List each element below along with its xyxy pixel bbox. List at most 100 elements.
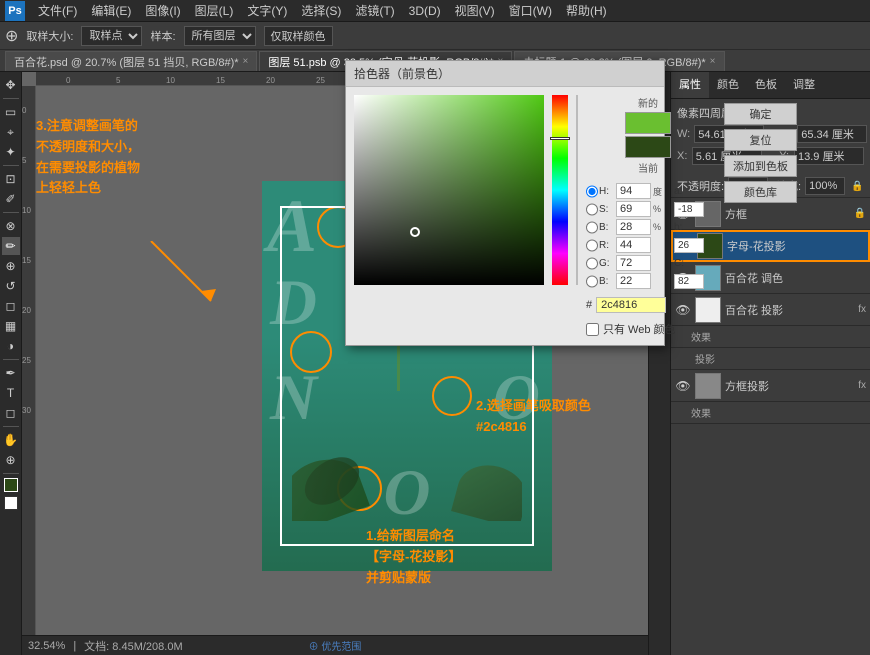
color-picker-body: 新的 当前 H: 度 a: S: bbox=[346, 87, 664, 345]
web-only-checkbox[interactable] bbox=[586, 323, 599, 336]
input-b3[interactable] bbox=[674, 238, 704, 253]
patch-tool[interactable]: ⊗ bbox=[2, 217, 20, 235]
text-tool[interactable]: T bbox=[2, 384, 20, 402]
tool-separator-3 bbox=[3, 212, 19, 213]
tab-0-label: 百合花.psd @ 20.7% (图层 51 挡贝, RGB/8#)* bbox=[14, 54, 239, 70]
status-docinfo: 文档: 8.45M/208.0M bbox=[84, 638, 182, 654]
tool-separator-1 bbox=[3, 98, 19, 99]
shape-tool[interactable]: ◻ bbox=[2, 404, 20, 422]
unit-b: % bbox=[653, 222, 673, 232]
color-new-label: 新的 bbox=[638, 95, 658, 110]
history-brush-tool[interactable]: ↺ bbox=[2, 277, 20, 295]
color-current-swatch[interactable] bbox=[625, 136, 671, 158]
zoom-tool[interactable]: ⊕ bbox=[2, 451, 20, 469]
prop-h-input[interactable] bbox=[797, 125, 867, 143]
tool-size-select[interactable]: 取样点 bbox=[81, 26, 142, 46]
input-c[interactable] bbox=[674, 274, 704, 289]
color-new-swatch[interactable] bbox=[625, 112, 671, 134]
color-hue-cursor bbox=[550, 137, 570, 140]
radio-s[interactable] bbox=[586, 203, 598, 216]
move-tool[interactable]: ✥ bbox=[2, 76, 20, 94]
unit-s: % bbox=[653, 204, 673, 214]
menu-3d[interactable]: 3D(D) bbox=[403, 2, 447, 20]
bg-color[interactable] bbox=[4, 496, 18, 510]
menu-file[interactable]: 文件(F) bbox=[32, 0, 83, 21]
color-lib-btn[interactable]: 颜色库 bbox=[724, 181, 797, 203]
tab-0-close[interactable]: × bbox=[243, 56, 249, 67]
sample-select[interactable]: 所有图层 bbox=[184, 26, 256, 46]
radio-b[interactable] bbox=[586, 221, 598, 234]
hash-label: # bbox=[586, 299, 592, 311]
pen-tool[interactable]: ✒ bbox=[2, 364, 20, 382]
color-alpha-area bbox=[576, 95, 578, 285]
dodge-tool[interactable]: ◑ bbox=[2, 337, 20, 355]
menu-layer[interactable]: 图层(L) bbox=[189, 0, 240, 21]
radio-h[interactable] bbox=[586, 185, 598, 198]
color-picker-dialog: 拾色器（前景色） 新的 bbox=[345, 60, 665, 346]
magic-wand-tool[interactable]: ✦ bbox=[2, 143, 20, 161]
menu-help[interactable]: 帮助(H) bbox=[560, 0, 613, 21]
fg-color[interactable] bbox=[4, 478, 18, 492]
prop-y-input[interactable] bbox=[794, 147, 864, 165]
fill-input[interactable] bbox=[805, 177, 845, 195]
marquee-tool[interactable]: ▭ bbox=[2, 103, 20, 121]
lasso-tool[interactable]: ⌖ bbox=[2, 123, 20, 141]
crop-tool[interactable]: ⊡ bbox=[2, 170, 20, 188]
hand-tool[interactable]: ✋ bbox=[2, 431, 20, 449]
eraser-tool[interactable]: ◻ bbox=[2, 297, 20, 315]
color-current-label: 当前 bbox=[638, 160, 658, 175]
eyedropper-tool[interactable]: ✐ bbox=[2, 190, 20, 208]
menu-image[interactable]: 图像(I) bbox=[139, 0, 186, 21]
tab-0[interactable]: 百合花.psd @ 20.7% (图层 51 挡贝, RGB/8#)* × bbox=[5, 51, 257, 71]
input-h[interactable] bbox=[616, 183, 651, 199]
radio-g[interactable] bbox=[586, 257, 598, 270]
color-picker-title-text: 拾色器（前景色） bbox=[354, 65, 450, 82]
tool-separator-5 bbox=[3, 426, 19, 427]
menu-window[interactable]: 窗口(W) bbox=[503, 0, 558, 21]
color-hue-bar[interactable] bbox=[552, 95, 568, 285]
color-cancel-btn[interactable]: 复位 bbox=[724, 129, 797, 151]
tool-size-label: 取样大小: bbox=[26, 28, 73, 44]
input-b2[interactable] bbox=[616, 273, 651, 289]
input-r[interactable] bbox=[616, 237, 651, 253]
layer-item-effect-2[interactable]: 效果 bbox=[671, 402, 870, 424]
layer-thumb-6 bbox=[695, 373, 721, 399]
radio-r[interactable] bbox=[586, 239, 598, 252]
status-divider: | bbox=[73, 640, 76, 652]
color-alpha-bar[interactable] bbox=[576, 95, 578, 285]
color-gradient-area[interactable] bbox=[354, 95, 544, 285]
menu-view[interactable]: 视图(V) bbox=[449, 0, 501, 21]
clone-tool[interactable]: ⊕ bbox=[2, 257, 20, 275]
color-gradient-cursor bbox=[410, 227, 420, 237]
input-a[interactable] bbox=[674, 202, 704, 217]
input-b[interactable] bbox=[616, 219, 651, 235]
right-panel: 属性 颜色 色板 调整 像素四周属性 W: ∞ H: X: Y: bbox=[670, 72, 870, 655]
layer-vis-6[interactable]: 👁 bbox=[675, 378, 691, 394]
label-b2: B: bbox=[599, 276, 615, 287]
layer-item-shadow-1[interactable]: 投影 bbox=[671, 348, 870, 370]
ruler-vertical: 0 5 10 15 20 25 30 bbox=[22, 86, 36, 655]
menu-text[interactable]: 文字(Y) bbox=[241, 0, 293, 21]
label-a: a: bbox=[674, 186, 710, 197]
input-g[interactable] bbox=[616, 255, 651, 271]
left-toolbox: ✥ ▭ ⌖ ✦ ⊡ ✐ ⊗ ✏ ⊕ ↺ ◻ ▦ ◑ ✒ T ◻ ✋ ⊕ bbox=[0, 72, 22, 655]
layer-name-6: 方框投影 bbox=[725, 378, 854, 394]
annotation-1: 3.注意调整画笔的 不透明度和大小， 在需要投影的植物 上轻轻上色 bbox=[36, 116, 211, 199]
color-buttons: 确定 复位 添加到色板 颜色库 bbox=[718, 95, 803, 337]
brush-tool[interactable]: ✏ bbox=[2, 237, 20, 255]
tab-2-close[interactable]: × bbox=[710, 56, 716, 67]
color-ok-btn[interactable]: 确定 bbox=[724, 103, 797, 125]
radio-b2[interactable] bbox=[586, 275, 598, 288]
tool-separator-2 bbox=[3, 165, 19, 166]
menu-select[interactable]: 选择(S) bbox=[295, 0, 347, 21]
layer-item-fangkuang-touying[interactable]: 👁 方框投影 fx bbox=[671, 370, 870, 402]
hex-input[interactable] bbox=[596, 297, 666, 313]
tool-separator-4 bbox=[3, 359, 19, 360]
menu-filter[interactable]: 滤镜(T) bbox=[349, 0, 400, 21]
menu-edit[interactable]: 编辑(E) bbox=[85, 0, 137, 21]
input-s[interactable] bbox=[616, 201, 651, 217]
sample-btn[interactable]: 仅取样颜色 bbox=[264, 26, 333, 46]
layer-fx-6: fx bbox=[858, 380, 866, 391]
color-add-btn[interactable]: 添加到色板 bbox=[724, 155, 797, 177]
gradient-tool[interactable]: ▦ bbox=[2, 317, 20, 335]
